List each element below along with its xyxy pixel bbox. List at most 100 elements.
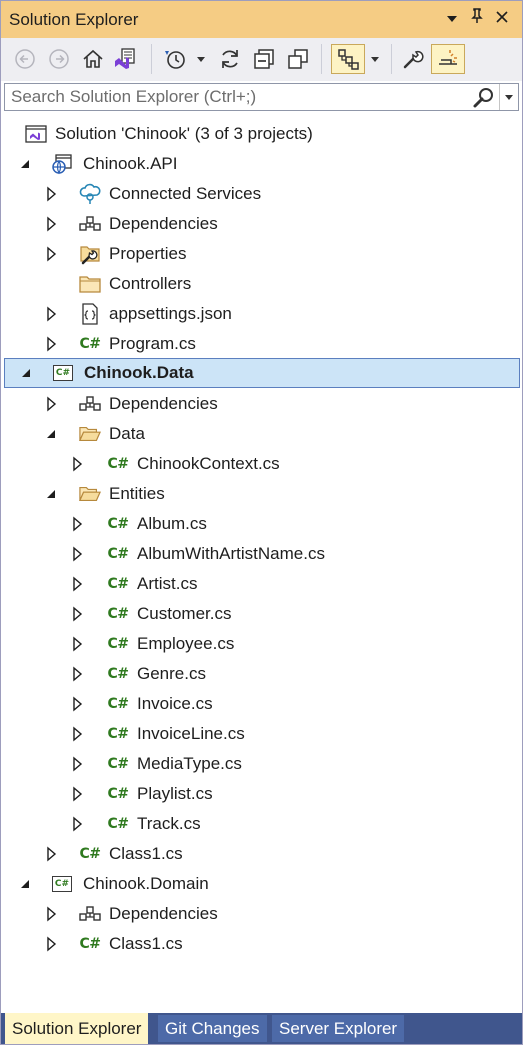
class-view-icon[interactable] bbox=[331, 44, 365, 74]
tree-item-project-data[interactable]: C# Chinook.Data bbox=[4, 358, 520, 388]
sync-icon[interactable] bbox=[216, 44, 244, 74]
collapsed-arrow-icon[interactable] bbox=[43, 935, 59, 953]
tab-git-changes[interactable]: Git Changes bbox=[158, 1015, 267, 1042]
collapsed-arrow-icon[interactable] bbox=[43, 305, 59, 323]
home-icon[interactable] bbox=[79, 44, 107, 74]
csharp-file-icon: C# bbox=[107, 546, 129, 562]
collapsed-arrow-icon[interactable] bbox=[69, 635, 85, 653]
tree-item-dependencies[interactable]: Dependencies bbox=[1, 389, 521, 419]
tree-item-controllers[interactable]: Controllers bbox=[1, 269, 521, 299]
collapsed-arrow-icon[interactable] bbox=[43, 395, 59, 413]
tree-item-dependencies[interactable]: Dependencies bbox=[1, 209, 521, 239]
tree-item-entity-file[interactable]: C# Genre.cs bbox=[1, 659, 521, 689]
tree-item-label: Class1.cs bbox=[109, 934, 183, 953]
solution-icon bbox=[25, 123, 47, 145]
chevron-down-icon[interactable] bbox=[441, 7, 463, 31]
tree-item-label: Dependencies bbox=[109, 394, 218, 413]
tree-item-label: ChinookContext.cs bbox=[137, 454, 280, 473]
history-icon[interactable] bbox=[161, 44, 189, 74]
collapse-all-icon[interactable] bbox=[250, 44, 278, 74]
tree-item-entity-file[interactable]: C# Playlist.cs bbox=[1, 779, 521, 809]
tree-item-entity-file[interactable]: C# Customer.cs bbox=[1, 599, 521, 629]
tree-item-class1-cs[interactable]: C# Class1.cs bbox=[1, 929, 521, 959]
tree-item-entity-file[interactable]: C# Album.cs bbox=[1, 509, 521, 539]
tree-item-label: Solution 'Chinook' (3 of 3 projects) bbox=[55, 124, 313, 143]
properties-folder-icon bbox=[79, 243, 101, 265]
collapsed-arrow-icon[interactable] bbox=[43, 335, 59, 353]
tree-item-label: Class1.cs bbox=[109, 844, 183, 863]
connected-services-icon bbox=[79, 183, 101, 205]
forward-icon[interactable] bbox=[45, 44, 73, 74]
tree-item-entity-file[interactable]: C# InvoiceLine.cs bbox=[1, 719, 521, 749]
tree-item-label: Dependencies bbox=[109, 904, 218, 923]
csharp-file-icon: C# bbox=[107, 816, 129, 832]
tree-item-entity-file[interactable]: C# Invoice.cs bbox=[1, 689, 521, 719]
tree-item-dependencies[interactable]: Dependencies bbox=[1, 899, 521, 929]
dropdown-icon[interactable] bbox=[193, 44, 209, 74]
dropdown-icon[interactable] bbox=[367, 44, 383, 74]
collapsed-arrow-icon[interactable] bbox=[43, 845, 59, 863]
collapsed-arrow-icon[interactable] bbox=[43, 905, 59, 923]
tab-solution-explorer[interactable]: Solution Explorer bbox=[5, 1013, 149, 1044]
tree-item-solution[interactable]: Solution 'Chinook' (3 of 3 projects) bbox=[1, 119, 521, 149]
expanded-arrow-icon[interactable] bbox=[43, 425, 59, 443]
search-options-dropdown[interactable] bbox=[499, 84, 518, 110]
back-icon[interactable] bbox=[11, 44, 39, 74]
tree-item-entity-file[interactable]: C# MediaType.cs bbox=[1, 749, 521, 779]
tree-item-entity-file[interactable]: C# Employee.cs bbox=[1, 629, 521, 659]
tree-item-entity-file[interactable]: C# AlbumWithArtistName.cs bbox=[1, 539, 521, 569]
tree-item-project-domain[interactable]: C# Chinook.Domain bbox=[1, 869, 521, 899]
tab-server-explorer[interactable]: Server Explorer bbox=[272, 1015, 405, 1042]
csharp-file-icon: C# bbox=[107, 576, 129, 592]
collapsed-arrow-icon[interactable] bbox=[43, 245, 59, 263]
expanded-arrow-icon[interactable] bbox=[17, 875, 33, 893]
tree-item-label: Track.cs bbox=[137, 814, 201, 833]
tree-item-class1-cs[interactable]: C# Class1.cs bbox=[1, 839, 521, 869]
search-icon[interactable] bbox=[472, 86, 496, 110]
preview-selected-icon[interactable] bbox=[431, 44, 465, 74]
collapsed-arrow-icon[interactable] bbox=[69, 545, 85, 563]
search-input[interactable] bbox=[5, 84, 473, 110]
show-all-files-icon[interactable] bbox=[284, 44, 312, 74]
tree-item-chinookcontext-cs[interactable]: C# ChinookContext.cs bbox=[1, 449, 521, 479]
expanded-arrow-icon[interactable] bbox=[43, 485, 59, 503]
csharp-project-icon: C# bbox=[52, 362, 74, 384]
collapsed-arrow-icon[interactable] bbox=[69, 725, 85, 743]
tree-item-entity-file[interactable]: C# Artist.cs bbox=[1, 569, 521, 599]
collapsed-arrow-icon[interactable] bbox=[43, 185, 59, 203]
tree-item-entities-folder[interactable]: Entities bbox=[1, 479, 521, 509]
tree-item-appsettings[interactable]: appsettings.json bbox=[1, 299, 521, 329]
expanded-arrow-icon[interactable] bbox=[18, 364, 34, 382]
collapsed-arrow-icon[interactable] bbox=[69, 785, 85, 803]
dependencies-icon bbox=[79, 903, 101, 925]
collapsed-arrow-icon[interactable] bbox=[69, 455, 85, 473]
tree-item-label: Employee.cs bbox=[137, 634, 235, 653]
collapsed-arrow-icon[interactable] bbox=[69, 575, 85, 593]
tree-item-project-api[interactable]: Chinook.API bbox=[1, 149, 521, 179]
csproj-glyph: C# bbox=[52, 876, 72, 892]
collapsed-arrow-icon[interactable] bbox=[69, 755, 85, 773]
tree-item-label: Invoice.cs bbox=[137, 694, 213, 713]
collapsed-arrow-icon[interactable] bbox=[69, 515, 85, 533]
collapsed-arrow-icon[interactable] bbox=[43, 215, 59, 233]
collapsed-arrow-icon[interactable] bbox=[69, 695, 85, 713]
tree-item-properties[interactable]: Properties bbox=[1, 239, 521, 269]
vs-switch-view-icon[interactable] bbox=[111, 44, 139, 74]
collapsed-arrow-icon[interactable] bbox=[69, 605, 85, 623]
collapsed-arrow-icon[interactable] bbox=[69, 665, 85, 683]
open-folder-icon bbox=[79, 483, 101, 505]
tree-item-label: AlbumWithArtistName.cs bbox=[137, 544, 325, 563]
pin-icon[interactable] bbox=[466, 7, 488, 31]
csharp-file-icon: C# bbox=[107, 666, 129, 682]
tree-item-connected-services[interactable]: Connected Services bbox=[1, 179, 521, 209]
expanded-arrow-icon[interactable] bbox=[17, 155, 33, 173]
close-icon[interactable] bbox=[491, 7, 513, 31]
properties-wrench-icon[interactable] bbox=[399, 44, 427, 74]
tree-item-entity-file[interactable]: C# Track.cs bbox=[1, 809, 521, 839]
tree-item-program-cs[interactable]: C# Program.cs bbox=[1, 329, 521, 359]
tree-item-data-folder[interactable]: Data bbox=[1, 419, 521, 449]
tree-item-label: Properties bbox=[109, 244, 187, 263]
tree-item-label: Chinook.Domain bbox=[83, 874, 209, 893]
collapsed-arrow-icon[interactable] bbox=[69, 815, 85, 833]
tree-item-label: Artist.cs bbox=[137, 574, 198, 593]
